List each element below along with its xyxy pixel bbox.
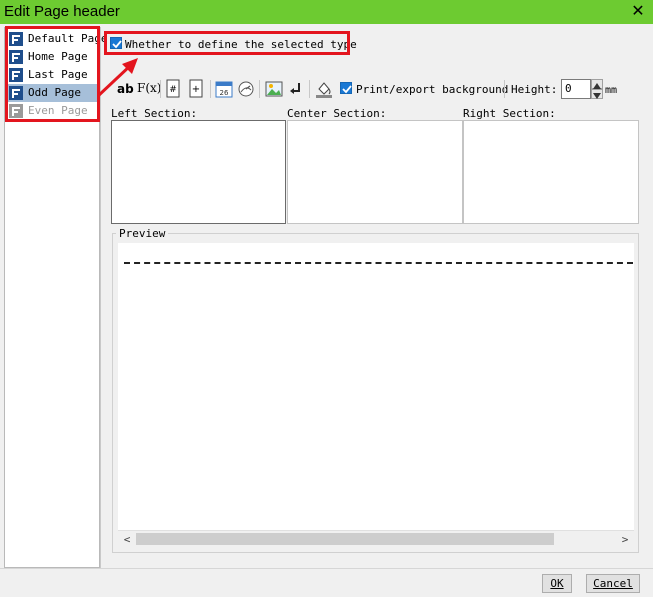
preview-horizontal-scrollbar[interactable]: < > [118, 530, 634, 547]
toolbar-separator [210, 80, 211, 98]
page-number-icon[interactable]: # [165, 79, 181, 99]
image-icon[interactable] [265, 79, 283, 99]
svg-text:+: + [192, 84, 200, 95]
toolbar-separator [160, 80, 161, 98]
page-item-label: Last Page [28, 68, 88, 81]
print-background-checkbox[interactable] [340, 82, 352, 94]
close-button[interactable]: ✕ [629, 2, 647, 20]
scrollbar-thumb[interactable] [136, 533, 554, 545]
height-input[interactable]: 0 [561, 79, 591, 99]
height-label: Height: [511, 83, 558, 96]
center-section-input[interactable] [287, 120, 463, 224]
height-decrement-button[interactable] [591, 89, 603, 99]
toolbar-separator [259, 80, 260, 98]
fill-background-icon[interactable] [315, 79, 333, 99]
ok-button[interactable]: OK [542, 574, 572, 593]
scroll-right-icon[interactable]: > [618, 533, 632, 547]
height-unit-label: mm [605, 85, 618, 96]
define-type-checkbox[interactable] [110, 37, 122, 49]
page-item-label: Default Page [28, 32, 108, 45]
toolbar-separator [309, 80, 310, 98]
header-divider-line [124, 262, 633, 264]
arrow-down-icon [593, 93, 601, 99]
right-section-label: Right Section: [463, 107, 556, 120]
page-item-odd[interactable]: Odd Page [8, 84, 100, 102]
page-item-label: Home Page [28, 50, 88, 63]
window-title: Edit Page header [4, 3, 120, 20]
page-item-home[interactable]: Home Page [8, 48, 100, 66]
checkmark-icon [112, 40, 122, 49]
insert-text-icon[interactable]: ab [117, 82, 134, 102]
svg-text:#: # [169, 85, 177, 95]
title-bar: Edit Page header ✕ [0, 0, 653, 24]
page-icon [9, 68, 23, 82]
height-increment-button[interactable] [591, 79, 603, 89]
page-type-list[interactable]: Default Page Home Page Last Page Odd Pag… [4, 27, 107, 568]
page-icon [9, 32, 23, 46]
center-section-label: Center Section: [287, 107, 387, 120]
left-section-label: Left Section: [111, 107, 198, 120]
page-icon [9, 86, 23, 100]
footer-divider [0, 568, 653, 569]
page-item-default[interactable]: Default Page [8, 30, 107, 48]
define-type-label: Whether to define the selected type [125, 38, 357, 51]
scroll-left-icon[interactable]: < [120, 533, 134, 547]
preview-label: Preview [116, 227, 169, 240]
time-icon[interactable] [237, 79, 255, 99]
page-item-label: Odd Page [28, 86, 81, 99]
page-icon [9, 50, 23, 64]
page-item-label: Even Page [28, 104, 88, 117]
left-section-input[interactable] [111, 120, 286, 224]
right-section-input[interactable] [463, 120, 639, 224]
page-count-icon[interactable]: + [188, 79, 204, 99]
formula-icon[interactable]: F(x) [137, 81, 161, 101]
page-item-even[interactable]: Even Page [8, 102, 100, 120]
page-item-last[interactable]: Last Page [8, 66, 100, 84]
print-background-label: Print/export background [356, 83, 509, 96]
toolbar-separator [504, 80, 505, 98]
cancel-button[interactable]: Cancel [586, 574, 640, 593]
ok-button-label: OK [550, 577, 564, 590]
close-icon: ✕ [631, 1, 645, 20]
preview-area [118, 243, 634, 530]
line-break-icon[interactable] [288, 79, 302, 99]
date-icon[interactable]: 26 [215, 79, 233, 99]
page-icon [9, 104, 23, 118]
checkmark-icon [342, 85, 352, 94]
date-icon-label: 26 [220, 89, 229, 97]
cancel-button-label: Cancel [593, 577, 633, 590]
